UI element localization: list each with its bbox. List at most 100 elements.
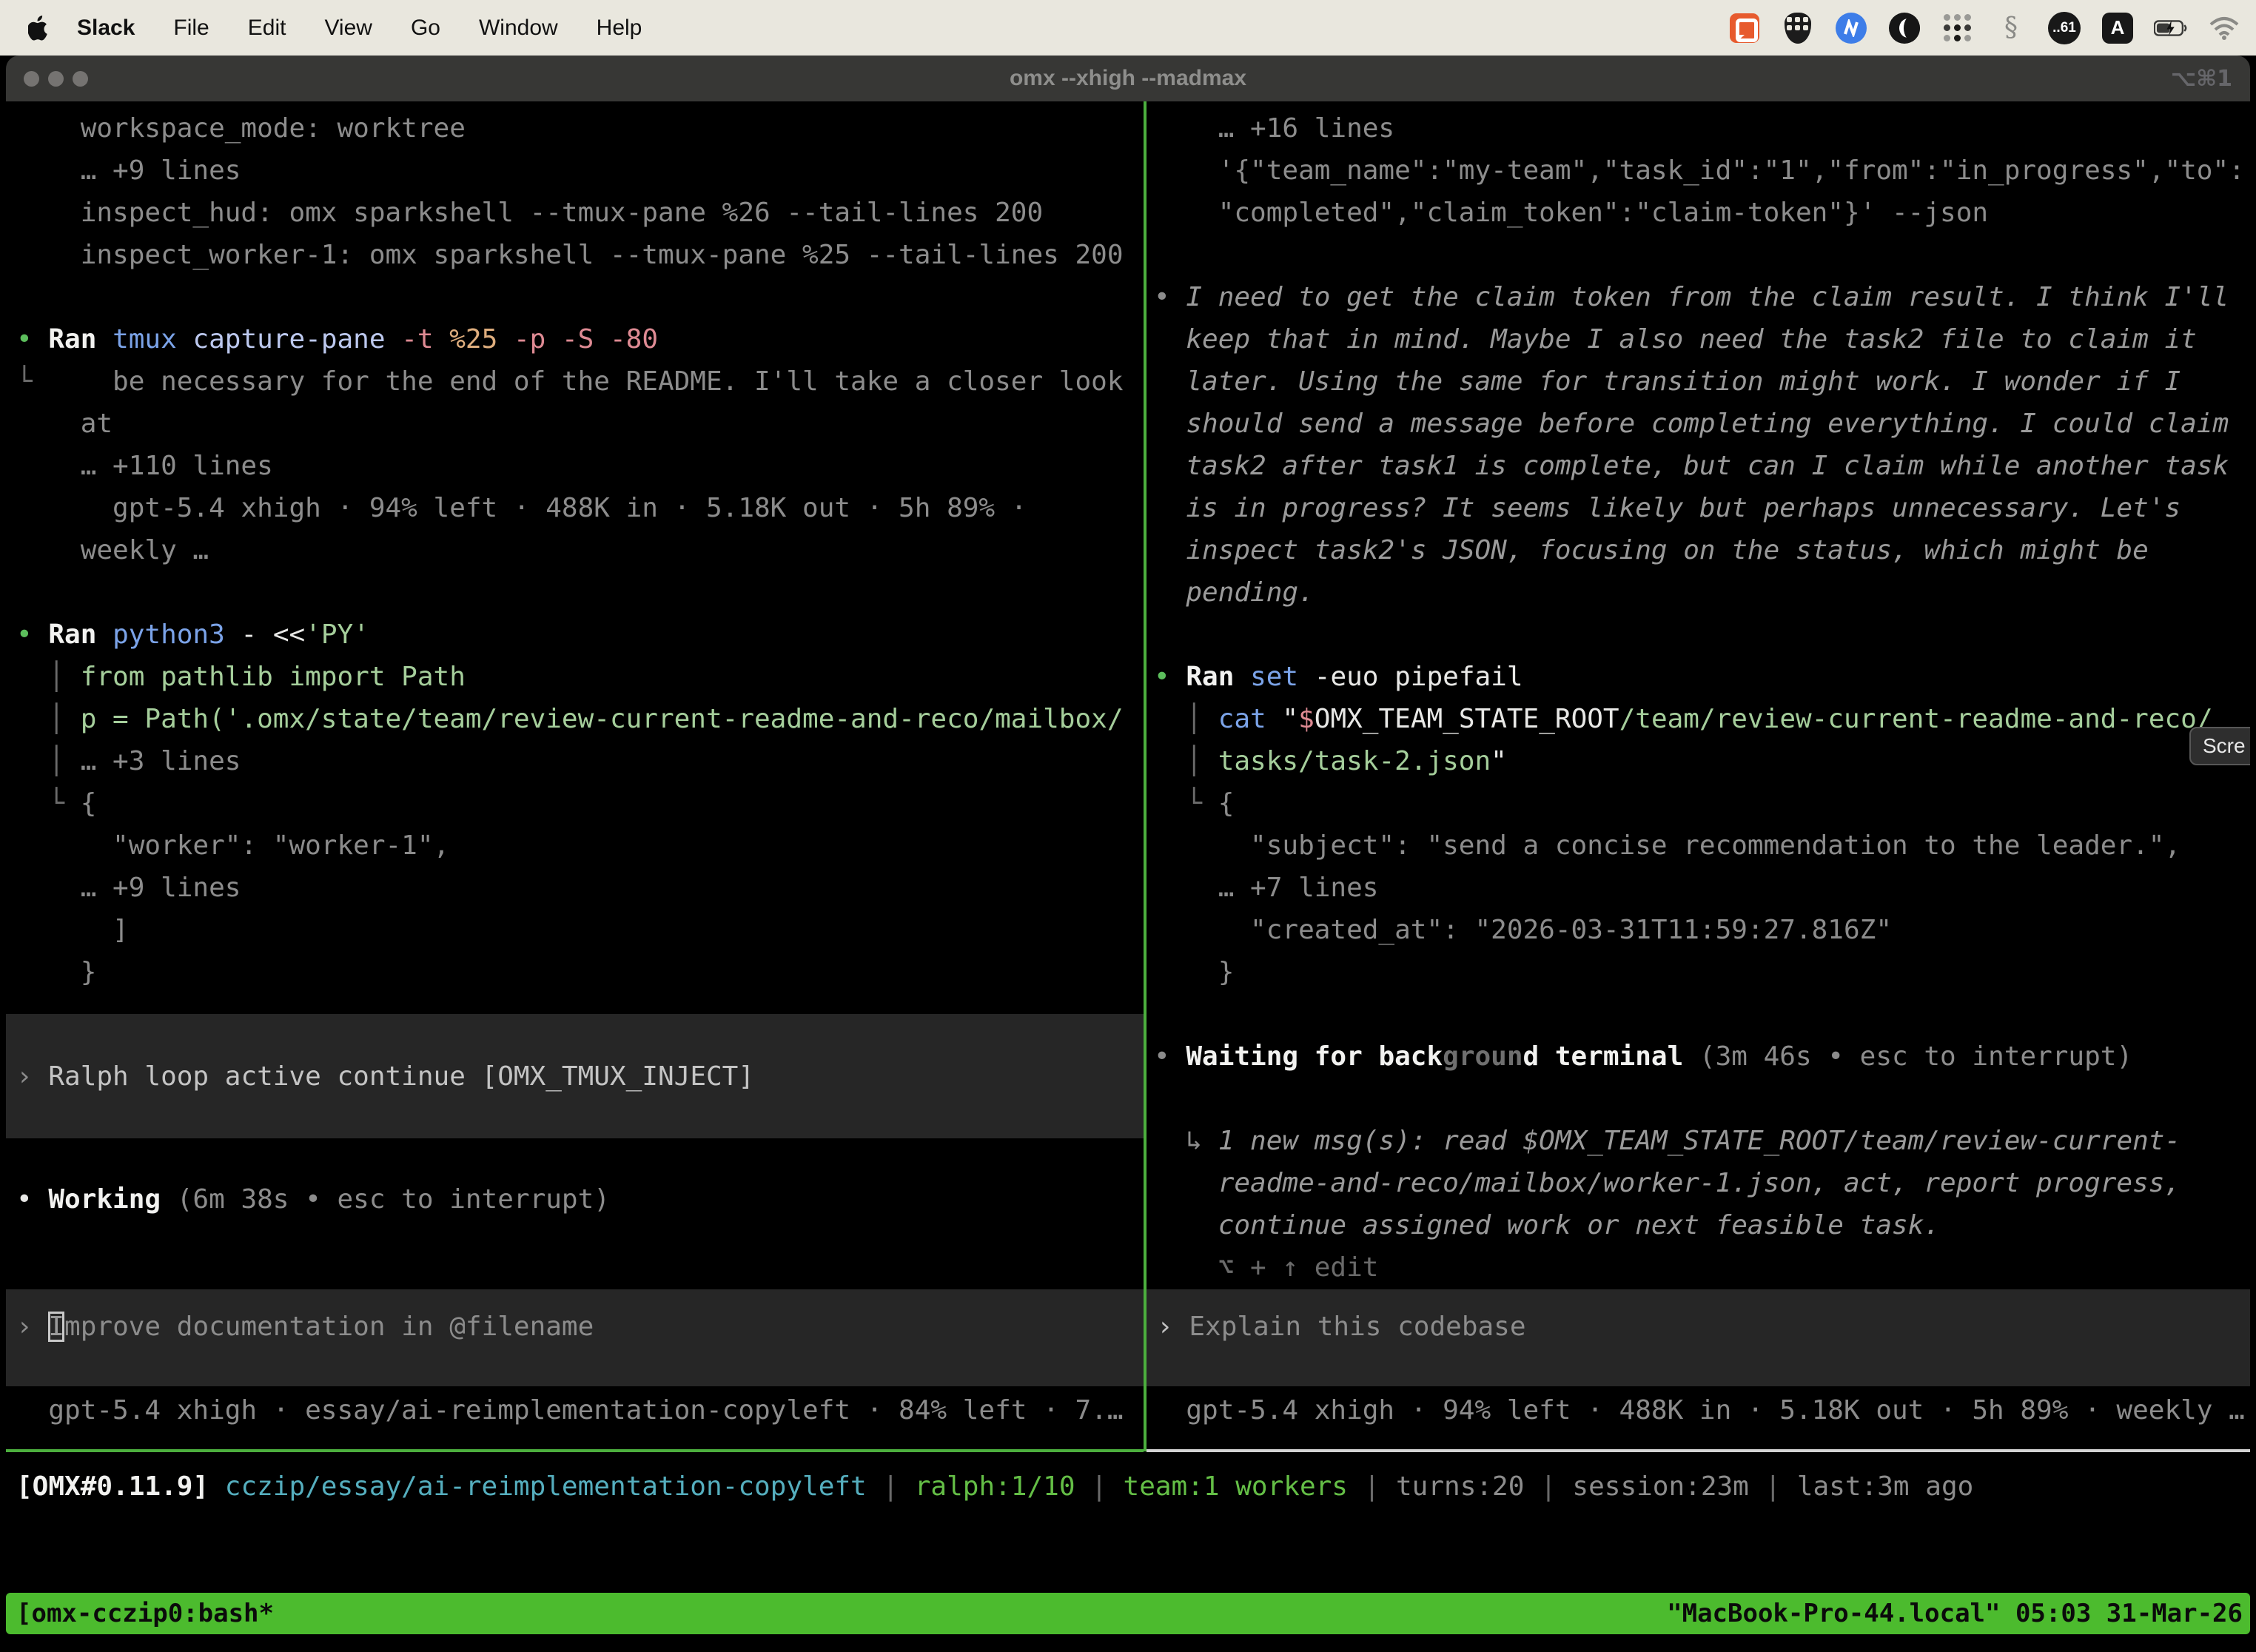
shield-grid-icon[interactable] bbox=[1781, 11, 1815, 45]
terminal-line: task2 after task1 is complete, but can I… bbox=[1154, 445, 2250, 487]
screen-tooltip: Scre bbox=[2189, 727, 2250, 765]
terminal-line: } bbox=[1154, 951, 2250, 993]
menu-bar: SlackFileEditViewGoWindowHelp § ..61 A bbox=[0, 0, 2256, 56]
terminal-line: │ p = Path('.omx/state/team/review-curre… bbox=[16, 698, 1144, 740]
apple-logo-icon[interactable] bbox=[28, 15, 50, 41]
window-titlebar[interactable]: omx --xhigh --madmax ⌥⌘1 bbox=[6, 56, 2250, 102]
terminal-line: │ tasks/task-2.json" bbox=[1154, 740, 2250, 782]
battery-icon[interactable] bbox=[2154, 11, 2188, 45]
terminal-line: › Explain this codebase bbox=[1157, 1306, 2250, 1348]
crescent-app-icon[interactable] bbox=[1887, 11, 1921, 45]
menu-item-edit[interactable]: Edit bbox=[229, 16, 306, 41]
terminal-line: weekly … bbox=[16, 529, 1144, 571]
terminal-line: ↳ 1 new msg(s): read $OMX_TEAM_STATE_ROO… bbox=[1154, 1120, 2250, 1162]
ralph-loop-banner-text: › Ralph loop active continue [OMX_TMUX_I… bbox=[16, 1055, 754, 1098]
omx-status-line: [OMX#0.11.9] cczip/essay/ai-reimplementa… bbox=[16, 1465, 2237, 1508]
terminal-line: readme-and-reco/mailbox/worker-1.json, a… bbox=[1154, 1162, 2250, 1204]
a-key-icon[interactable]: A bbox=[2101, 11, 2135, 45]
terminal-line: '{"team_name":"my-team","task_id":"1","f… bbox=[1154, 150, 2250, 192]
terminal-line: └ { bbox=[16, 782, 1144, 825]
terminal-line: … +7 lines bbox=[1154, 867, 2250, 909]
terminal-line: … +16 lines bbox=[1154, 107, 2250, 150]
terminal-line: └ { bbox=[1154, 782, 2250, 825]
menu-item-help[interactable]: Help bbox=[577, 16, 662, 41]
chat-app-icon[interactable] bbox=[1728, 11, 1762, 45]
terminal-line bbox=[1154, 1078, 2250, 1120]
menu-item-view[interactable]: View bbox=[305, 16, 391, 41]
terminal-line bbox=[16, 276, 1144, 318]
terminal-line: • I need to get the claim token from the… bbox=[1154, 276, 2250, 318]
terminal-line: at bbox=[16, 403, 1144, 445]
working-status-line: • Working (6m 38s • esc to interrupt) bbox=[16, 1178, 1144, 1220]
prompt-input-left[interactable]: › Improve documentation in @filename bbox=[6, 1289, 1144, 1386]
terminal-line: gpt-5.4 xhigh · 94% left · 488K in · 5.1… bbox=[16, 487, 1144, 529]
terminal-line: inspect_worker-1: omx sparkshell --tmux-… bbox=[16, 234, 1144, 276]
terminal-line: • Waiting for background terminal (3m 46… bbox=[1154, 1035, 2250, 1078]
menu-items: SlackFileEditViewGoWindowHelp bbox=[58, 16, 661, 41]
terminal-line: keep that in mind. Maybe I also need the… bbox=[1154, 318, 2250, 360]
wifi-icon[interactable] bbox=[2207, 11, 2241, 45]
left-terminal-pane[interactable]: workspace_mode: worktree … +9 lines insp… bbox=[6, 101, 1144, 1451]
blue-badge-icon[interactable] bbox=[1834, 11, 1868, 45]
terminal-line: "worker": "worker-1", bbox=[16, 825, 1144, 867]
tmux-host-clock-label: "MacBook-Pro-44.local" 05:03 31-Mar-26 bbox=[1667, 1593, 2243, 1634]
a-key-label: A bbox=[2102, 13, 2133, 44]
dots-grid-icon[interactable] bbox=[1941, 11, 1975, 45]
terminal-line: │ from pathlib import Path bbox=[16, 656, 1144, 698]
left-pane-output: workspace_mode: worktree … +9 lines insp… bbox=[6, 107, 1144, 993]
left-pane-statusline: gpt-5.4 xhigh · essay/ai-reimplementatio… bbox=[16, 1389, 1144, 1431]
terminal-line: later. Using the same for transition mig… bbox=[1154, 360, 2250, 403]
terminal-line: • Ran set -euo pipefail bbox=[1154, 656, 2250, 698]
terminal-line: gpt-5.4 xhigh · essay/ai-reimplementatio… bbox=[16, 1389, 1144, 1431]
pane-divider-bottom-left bbox=[6, 1449, 1144, 1452]
pane-divider-vertical[interactable] bbox=[1144, 101, 1147, 1451]
terminal-line: "completed","claim_token":"claim-token"}… bbox=[1154, 192, 2250, 234]
terminal-line: … +9 lines bbox=[16, 867, 1144, 909]
prompt-input-right[interactable]: › Explain this codebase bbox=[1147, 1289, 2250, 1386]
terminal-line: › Ralph loop active continue [OMX_TMUX_I… bbox=[16, 1055, 754, 1098]
terminal-line: … +110 lines bbox=[16, 445, 1144, 487]
terminal-line bbox=[1154, 614, 2250, 656]
terminal-line: inspect_hud: omx sparkshell --tmux-pane … bbox=[16, 192, 1144, 234]
menu-item-slack[interactable]: Slack bbox=[58, 16, 154, 41]
counter-badge-label: ..61 bbox=[2048, 12, 2081, 44]
terminal-line: › Improve documentation in @filename bbox=[16, 1306, 1144, 1348]
menu-item-file[interactable]: File bbox=[154, 16, 228, 41]
menu-item-window[interactable]: Window bbox=[460, 16, 577, 41]
terminal-line bbox=[1154, 234, 2250, 276]
counter-badge-icon[interactable]: ..61 bbox=[2047, 11, 2081, 45]
terminal-line: • Ran python3 - <<'PY' bbox=[16, 614, 1144, 656]
terminal-line: ] bbox=[16, 909, 1144, 951]
terminal-line: "subject": "send a concise recommendatio… bbox=[1154, 825, 2250, 867]
terminal-line bbox=[1154, 993, 2250, 1035]
terminal-line: • Working (6m 38s • esc to interrupt) bbox=[16, 1178, 1144, 1220]
right-pane-output: … +16 lines '{"team_name":"my-team","tas… bbox=[1147, 107, 2250, 1289]
menubar-status-icons: § ..61 A bbox=[1728, 0, 2241, 56]
terminal-line bbox=[16, 571, 1144, 614]
right-terminal-pane[interactable]: … +16 lines '{"team_name":"my-team","tas… bbox=[1147, 101, 2250, 1451]
terminal-line: is in progress? It seems likely but perh… bbox=[1154, 487, 2250, 529]
menu-item-go[interactable]: Go bbox=[392, 16, 460, 41]
right-pane-statusline: gpt-5.4 xhigh · 94% left · 488K in · 5.1… bbox=[1154, 1389, 2250, 1431]
terminal-line: "created_at": "2026-03-31T11:59:27.816Z" bbox=[1154, 909, 2250, 951]
ralph-loop-banner: › Ralph loop active continue [OMX_TMUX_I… bbox=[6, 1014, 1144, 1138]
window-title: omx --xhigh --madmax bbox=[6, 56, 2250, 101]
terminal-line: gpt-5.4 xhigh · 94% left · 488K in · 5.1… bbox=[1154, 1389, 2250, 1431]
prompt-input-left-text: › Improve documentation in @filename bbox=[16, 1306, 1144, 1348]
terminal-line: } bbox=[16, 951, 1144, 993]
terminal-line: workspace_mode: worktree bbox=[16, 107, 1144, 150]
terminal-line: [OMX#0.11.9] cczip/essay/ai-reimplementa… bbox=[16, 1465, 2237, 1508]
terminal-line: inspect task2's JSON, focusing on the st… bbox=[1154, 529, 2250, 571]
terminal-line: │ … +3 lines bbox=[16, 740, 1144, 782]
terminal-line: continue assigned work or next feasible … bbox=[1154, 1204, 2250, 1246]
window-shortcut-hint: ⌥⌘1 bbox=[2171, 56, 2232, 101]
tmux-status-bar: [omx-cczip0:bash* "MacBook-Pro-44.local"… bbox=[6, 1593, 2250, 1634]
tmux-session-label: [omx-cczip0:bash* bbox=[16, 1593, 274, 1634]
prompt-input-right-text: › Explain this codebase bbox=[1157, 1306, 2250, 1348]
terminal-line: • Ran tmux capture-pane -t %25 -p -S -80 bbox=[16, 318, 1144, 360]
screen-tooltip-label: Scre bbox=[2203, 734, 2246, 758]
terminal-line: should send a message before completing … bbox=[1154, 403, 2250, 445]
terminal-line: └ be necessary for the end of the README… bbox=[16, 360, 1144, 403]
squiggle-icon[interactable]: § bbox=[1994, 11, 2028, 45]
terminal-line: ⌥ + ↑ edit bbox=[1154, 1246, 2250, 1289]
